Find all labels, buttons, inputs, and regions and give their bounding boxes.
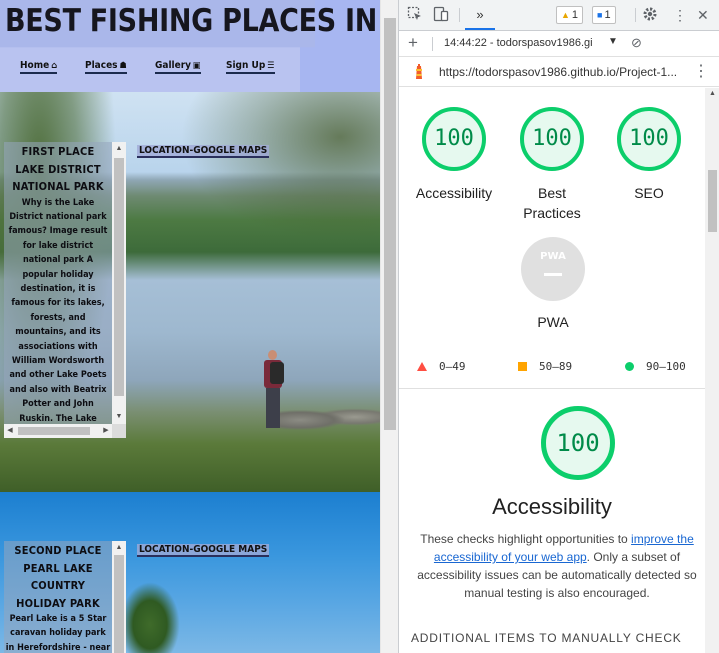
settings-gear-icon[interactable] [642, 6, 658, 26]
audited-url-row: https://todorspasov1986.github.io/Projec… [399, 57, 719, 87]
inspect-element-icon[interactable] [407, 6, 423, 26]
scroll-up-arrow-icon[interactable]: ▲ [112, 142, 126, 156]
chevron-down-icon[interactable]: ▼ [608, 36, 618, 47]
warning-icon: ▲ [561, 10, 570, 20]
warnings-badge[interactable]: ▲ 1 [556, 6, 584, 24]
report-menu-icon[interactable]: ⋮ [693, 61, 709, 81]
hiker-figure [262, 350, 284, 430]
place-description: Pearl Lake is a 5 Star caravan holiday p… [5, 614, 111, 653]
place-card-scrollbar[interactable]: ▲ ▼ [112, 142, 126, 424]
scrollbar-thumb[interactable] [708, 170, 717, 232]
scroll-up-arrow-icon[interactable]: ▲ [705, 88, 719, 100]
fail-triangle-icon [417, 362, 427, 371]
seo-score-gauge[interactable]: 100 [617, 107, 681, 171]
devtools-scrollbar[interactable]: ▲ [705, 88, 719, 653]
pwa-badge-icon[interactable]: PWA [521, 237, 585, 301]
new-report-button[interactable]: + [408, 33, 418, 53]
nav-places-link[interactable]: Places ☗ [85, 60, 127, 74]
place-card-lake-district[interactable]: FIRST PLACE LAKE DISTRICT NATIONAL PARK … [4, 142, 112, 427]
legend-fail: 0–49 [417, 360, 466, 373]
seo-score-label: SEO [634, 185, 664, 201]
clear-reports-icon[interactable]: ⊘ [631, 35, 642, 51]
nav-gallery-link[interactable]: Gallery ▣ [155, 60, 201, 74]
site-header: BEST FISHING PLACES IN UK [0, 0, 380, 92]
message-icon: ■ [597, 10, 603, 20]
website-viewport: BEST FISHING PLACES IN UK Home⌂ Places☗ … [0, 0, 380, 653]
scroll-right-arrow-icon[interactable]: ▶ [100, 424, 112, 438]
scroll-down-arrow-icon[interactable]: ▼ [112, 410, 126, 424]
accessibility-score-gauge[interactable]: 100 [422, 107, 486, 171]
nav-home-link[interactable]: Home ⌂ [20, 60, 57, 74]
signup-icon: ☰ [267, 61, 275, 71]
gallery-icon: ▣ [193, 61, 201, 71]
scroll-left-arrow-icon[interactable]: ◀ [4, 424, 16, 438]
category-title: Accessibility [492, 494, 612, 519]
category-description: These checks highlight opportunities to … [417, 532, 697, 600]
scrollbar-thumb[interactable] [114, 555, 124, 653]
home-icon: ⌂ [51, 61, 57, 71]
device-toolbar-icon[interactable] [433, 6, 449, 26]
scroll-up-arrow-icon[interactable]: ▲ [112, 541, 126, 555]
average-square-icon [518, 362, 527, 371]
accessibility-category-gauge: 100 [541, 406, 615, 480]
legend-pass: 90–100 [625, 360, 686, 373]
place-title: FIRST PLACE LAKE DISTRICT NATIONAL PARK [12, 145, 104, 193]
place-title: SECOND PLACE PEARL LAKE COUNTRY HOLIDAY … [14, 544, 102, 610]
site-title: BEST FISHING PLACES IN UK [0, 0, 380, 48]
google-maps-link[interactable]: LOCATION-GOOGLE MAPS [137, 145, 270, 158]
lighthouse-icon [416, 64, 422, 79]
place-card-pearl-lake[interactable]: SECOND PLACE PEARL LAKE COUNTRY HOLIDAY … [4, 541, 112, 653]
place-description: Why is the Lake District national park f… [8, 197, 108, 424]
place-card-scrollbar[interactable]: ▲ [112, 541, 126, 653]
legend-average: 50–89 [518, 360, 572, 373]
close-icon[interactable]: ✕ [697, 6, 709, 24]
audited-url[interactable]: https://todorspasov1986.github.io/Projec… [439, 65, 677, 79]
scrollbar-thumb[interactable] [384, 18, 396, 430]
messages-badge[interactable]: ■ 1 [592, 6, 616, 24]
devtools-panel: » ▲ 1 ■ 1 ⋮ ✕ + 14:44:22 - todorspasov1986… [398, 0, 719, 653]
nav-signup-link[interactable]: Sign Up ☰ [226, 60, 275, 74]
scrollbar-thumb[interactable] [114, 158, 124, 396]
page-scrollbar[interactable] [380, 0, 398, 653]
more-options-icon[interactable]: ⋮ [673, 6, 687, 24]
scrollbar-thumb[interactable] [18, 427, 90, 435]
pwa-label: PWA [537, 314, 569, 330]
google-maps-link[interactable]: LOCATION-GOOGLE MAPS [137, 544, 270, 557]
pass-circle-icon [625, 362, 634, 371]
best-practices-score-label: Best Practices [523, 185, 581, 221]
accessibility-score-label: Accessibility [415, 185, 493, 201]
places-icon: ☗ [119, 61, 127, 71]
lighthouse-report-bar: + 14:44:22 - todorspasov1986.gi ▼ ⊘ [399, 31, 719, 57]
place-card-horizontal-scrollbar[interactable]: ◀ ▶ [4, 424, 112, 438]
report-selector[interactable]: 14:44:22 - todorspasov1986.gi [444, 37, 593, 49]
devtools-toolbar: » ▲ 1 ■ 1 ⋮ ✕ [399, 0, 719, 31]
manual-check-heading[interactable]: ADDITIONAL ITEMS TO MANUALLY CHECK [411, 631, 682, 645]
more-tabs-button[interactable]: » [465, 0, 495, 30]
best-practices-score-gauge[interactable]: 100 [520, 107, 584, 171]
